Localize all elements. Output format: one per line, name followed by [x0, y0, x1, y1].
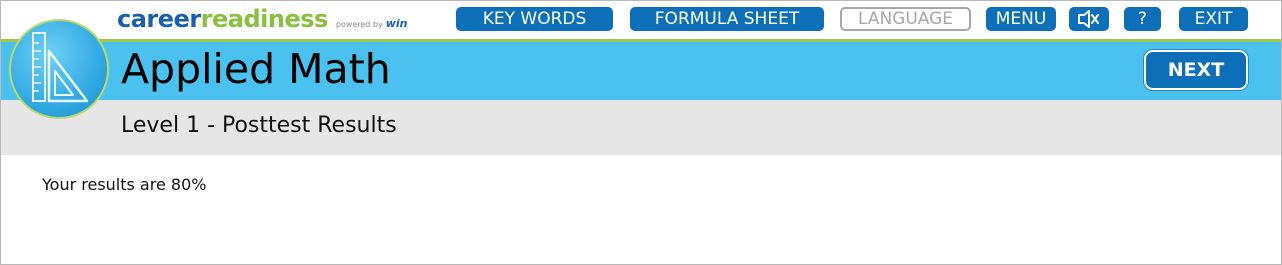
- formula-sheet-button[interactable]: FORMULA SHEET: [630, 7, 824, 31]
- top-toolbar: career readiness powered by win KEY WORD…: [1, 1, 1281, 42]
- key-words-button[interactable]: KEY WORDS: [456, 7, 613, 31]
- speaker-muted-icon: [1078, 10, 1099, 28]
- next-button[interactable]: NEXT: [1144, 50, 1248, 90]
- brand-readiness-text: readiness: [200, 5, 329, 33]
- page-subtitle: Level 1 - Posttest Results: [121, 113, 397, 138]
- ruler-triangle-icon: [32, 32, 89, 103]
- help-button[interactable]: ?: [1124, 7, 1161, 31]
- page-title: Applied Math: [121, 45, 391, 93]
- exit-button[interactable]: EXIT: [1179, 7, 1248, 31]
- audio-toggle-button[interactable]: [1069, 7, 1109, 31]
- language-button[interactable]: LANGUAGE: [840, 7, 971, 31]
- app-window: career readiness powered by win KEY WORD…: [0, 0, 1282, 265]
- win-logo-text: win: [385, 17, 408, 30]
- powered-by-text: powered by: [335, 20, 383, 29]
- subtitle-band: Level 1 - Posttest Results: [1, 100, 1281, 155]
- result-text: Your results are 80%: [42, 175, 207, 194]
- menu-button[interactable]: MENU: [986, 7, 1056, 31]
- subject-logo: [9, 19, 109, 119]
- main-content: Your results are 80%: [1, 155, 1281, 264]
- career-readiness-logo: career readiness powered by win: [117, 5, 407, 35]
- title-band: Applied Math NEXT: [1, 42, 1281, 100]
- brand-career-text: career: [117, 5, 201, 33]
